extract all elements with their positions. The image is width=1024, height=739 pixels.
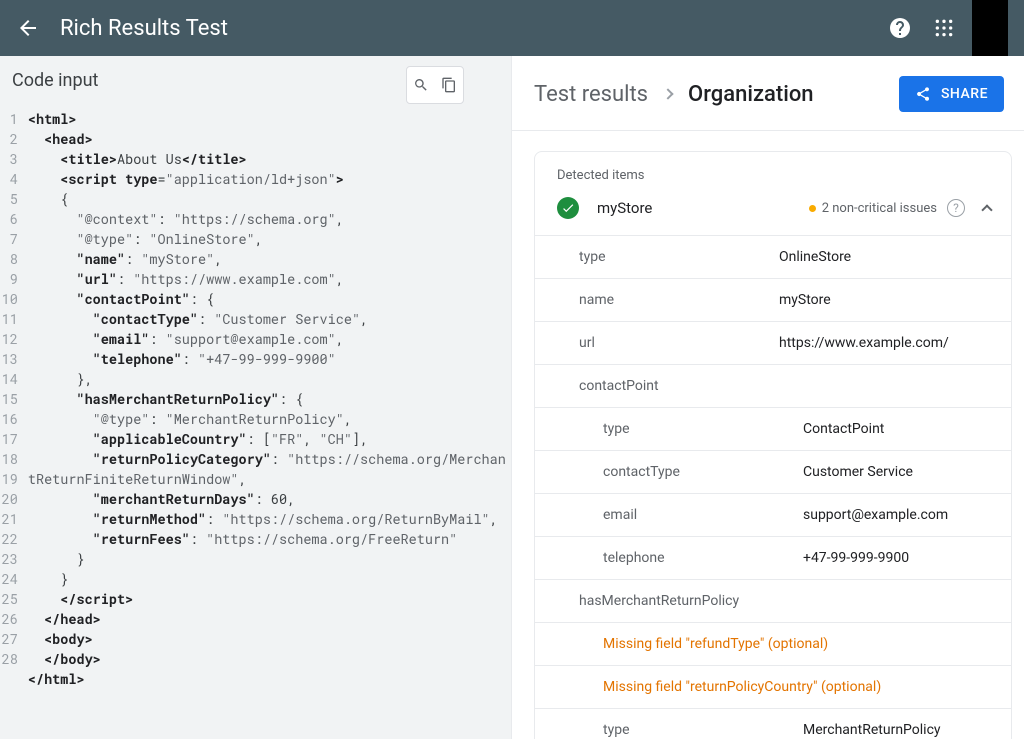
warning-row[interactable]: Missing field "refundType" (optional) [535, 623, 1011, 666]
search-code-button[interactable] [407, 67, 435, 103]
property-row: contactTypeCustomer Service [535, 451, 1011, 494]
property-key: contactPoint [579, 378, 779, 394]
code-gutter: 1234567891011121314151617181920212223242… [0, 105, 24, 693]
back-arrow-icon[interactable] [16, 16, 40, 40]
property-row: typeMerchantReturnPolicy [535, 709, 1011, 739]
app-header: Rich Results Test [0, 0, 1024, 56]
code-toolbar [406, 66, 464, 104]
property-key: type [603, 722, 803, 738]
issues-badge: 2 non-critical issues [809, 201, 937, 216]
entity-name: myStore [597, 199, 809, 217]
property-row: urlhttps://www.example.com/ [535, 322, 1011, 365]
code-panel: Code input 12345678910111213141516171819… [0, 56, 512, 739]
results-header: Test results Organization SHARE [512, 56, 1024, 131]
property-key: url [579, 335, 779, 351]
property-row: typeOnlineStore [535, 236, 1011, 279]
results-body: Detected items myStore 2 non-critical is… [512, 131, 1024, 739]
property-key: name [579, 292, 779, 308]
property-list: typeOnlineStorenamemyStoreurlhttps://www… [535, 235, 1011, 739]
detected-items-card: Detected items myStore 2 non-critical is… [534, 151, 1012, 739]
header-title: Rich Results Test [60, 16, 880, 41]
property-row: telephone+47-99-999-9900 [535, 537, 1011, 580]
account-placeholder [972, 0, 1008, 56]
results-panel: Test results Organization SHARE Detected… [512, 56, 1024, 739]
property-value: myStore [779, 292, 831, 308]
property-value: support@example.com [803, 507, 948, 523]
property-row: hasMerchantReturnPolicy [535, 580, 1011, 623]
property-value: https://www.example.com/ [779, 335, 949, 351]
warning-dot-icon [809, 205, 816, 212]
main-content: Code input 12345678910111213141516171819… [0, 56, 1024, 739]
chevron-right-icon [662, 88, 673, 99]
entity-row[interactable]: myStore 2 non-critical issues ? [535, 197, 1011, 235]
property-key: contactType [603, 464, 803, 480]
code-lines[interactable]: <html> <head> <title>About Us</title> <s… [24, 105, 511, 693]
property-value: ContactPoint [803, 421, 884, 437]
issues-count-text: 2 non-critical issues [822, 201, 937, 216]
property-value: MerchantReturnPolicy [803, 722, 941, 738]
property-row: emailsupport@example.com [535, 494, 1011, 537]
breadcrumb-current: Organization [688, 82, 814, 107]
property-key: hasMerchantReturnPolicy [579, 593, 779, 609]
property-row: namemyStore [535, 279, 1011, 322]
help-icon[interactable] [880, 8, 920, 48]
detected-items-label: Detected items [535, 152, 1011, 197]
breadcrumb: Test results Organization [534, 82, 814, 107]
property-value: Customer Service [803, 464, 913, 480]
chevron-up-icon[interactable] [981, 204, 992, 215]
property-value: OnlineStore [779, 249, 851, 265]
help-small-icon[interactable]: ? [947, 199, 965, 217]
property-row: contactPoint [535, 365, 1011, 408]
share-button[interactable]: SHARE [899, 76, 1004, 112]
copy-code-button[interactable] [435, 67, 463, 103]
apps-grid-icon[interactable] [924, 8, 964, 48]
property-key: type [603, 421, 803, 437]
property-value: +47-99-999-9900 [803, 550, 909, 566]
property-key: telephone [603, 550, 803, 566]
breadcrumb-root[interactable]: Test results [534, 82, 648, 107]
code-editor[interactable]: 1234567891011121314151617181920212223242… [0, 105, 511, 693]
property-row: typeContactPoint [535, 408, 1011, 451]
property-key: type [579, 249, 779, 265]
check-circle-icon [557, 197, 579, 219]
warning-row[interactable]: Missing field "returnPolicyCountry" (opt… [535, 666, 1011, 709]
share-button-label: SHARE [941, 86, 988, 102]
property-key: email [603, 507, 803, 523]
